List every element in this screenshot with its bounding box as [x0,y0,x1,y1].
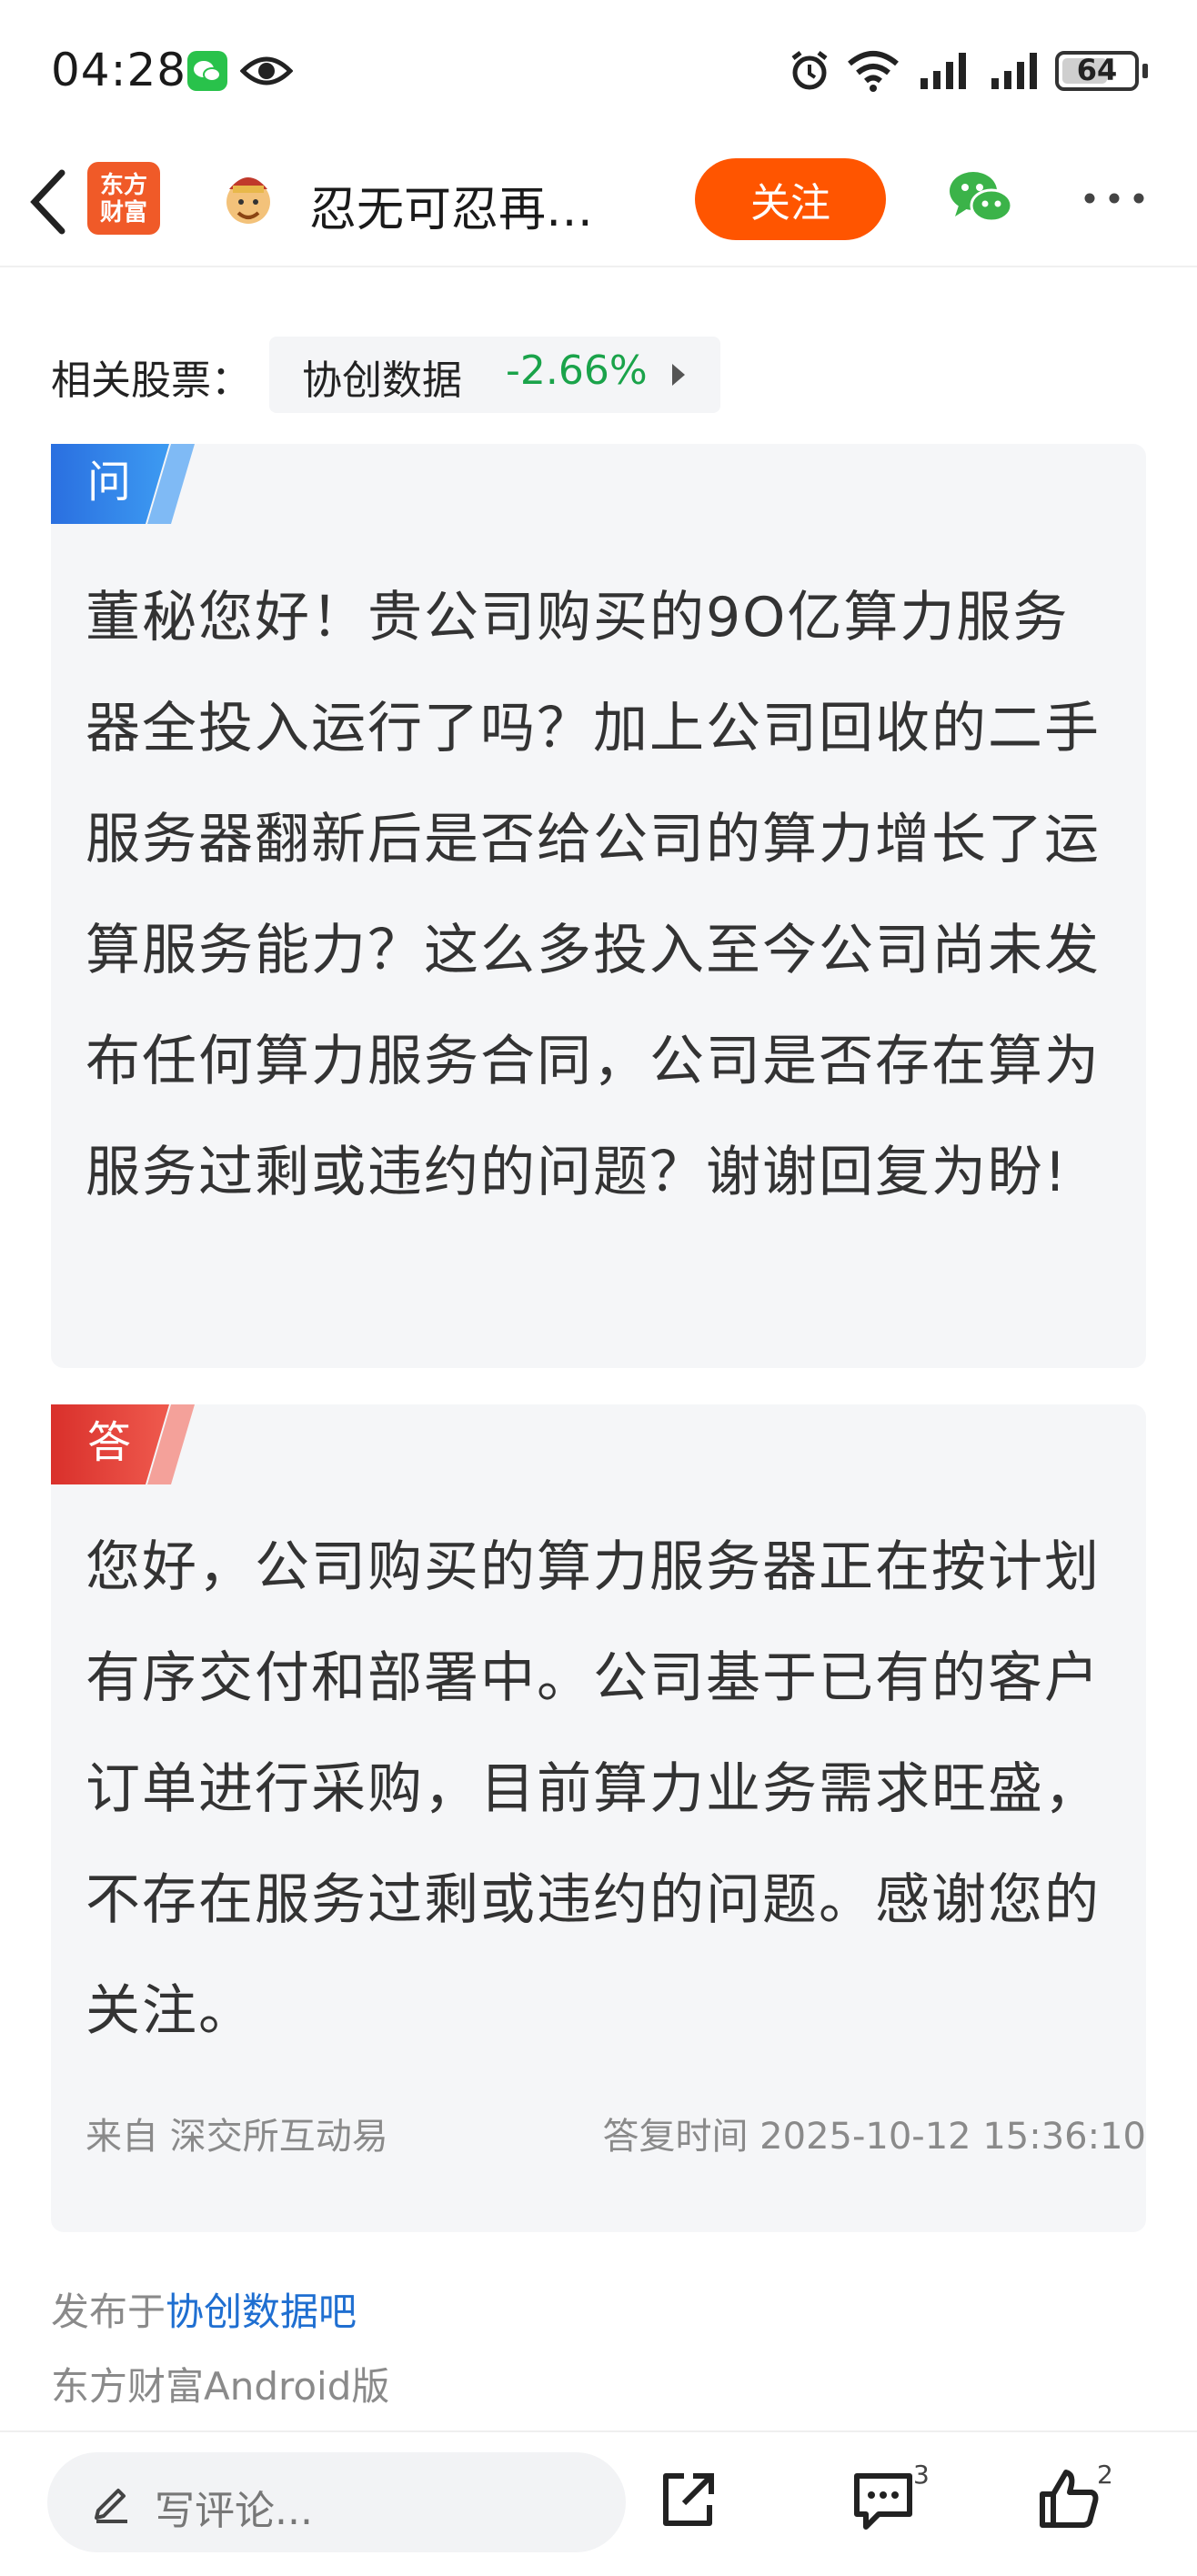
stock-change: -2.66% [506,347,648,394]
status-time: 04:28 [51,44,187,96]
signal-icon [920,53,966,89]
published-prefix: 发布于 [51,2289,166,2334]
like-count: 2 [1097,2460,1113,2490]
page-title: 忍无可忍再… [309,183,594,237]
back-arrow-icon[interactable] [24,166,75,238]
answer-source: 来自 深交所互动易 [86,2116,388,2158]
question-text: 董秘您好！贵公司购买的9O亿算力服务器全投入运行了吗？加上公司回收的二手服务器翻… [86,586,1101,1204]
alarm-icon [791,51,828,90]
status-bar: 04:28 64 [0,0,1197,146]
comment-icon[interactable] [851,2470,915,2532]
bar-link[interactable]: 协创数据吧 [166,2289,357,2334]
app-logo[interactable]: 东方 财富 [87,162,160,235]
wechat-notification-icon [187,51,227,91]
answer-card: 答 您好，公司购买的算力服务器正在按计划有序交付和部署中。公司基于已有的客户订单… [51,1404,1146,2232]
pen-icon [95,2489,127,2523]
logo-line-1: 东方 [99,171,147,198]
follow-button[interactable]: 关注 [695,158,886,240]
more-icon[interactable] [1082,191,1146,206]
bottom-toolbar: 写评论... 3 2 [0,2430,1197,2576]
battery-tip [1142,64,1148,78]
stock-chip[interactable]: 协创数据 -2.66% [269,337,720,413]
answer-text: 您好，公司购买的算力服务器正在按计划有序交付和部署中。公司基于已有的客户订单进行… [86,1535,1101,2043]
share-icon[interactable] [657,2469,720,2532]
eye-icon [240,56,293,86]
question-tag: 问 [87,457,132,508]
logo-line-2: 财富 [99,198,147,226]
related-stocks-label: 相关股票： [51,357,251,404]
published-in: 发布于协创数据吧 [51,2281,357,2337]
reply-time: 答复时间 2025-10-12 15:36:10 [602,2116,1146,2158]
answer-tag: 答 [87,1417,132,1468]
signal-icon-2 [991,53,1037,89]
play-arrow-icon [672,364,685,386]
nav-bar: 东方 财富 忍无可忍再… 关注 [0,146,1197,267]
wechat-share-icon[interactable] [946,166,1015,229]
wifi-icon [848,51,899,92]
thumbs-up-icon[interactable] [1037,2467,1101,2531]
comment-input[interactable]: 写评论... [47,2452,626,2552]
client-info: 东方财富Android版 [51,2364,390,2409]
comment-count: 3 [913,2460,930,2490]
avatar[interactable] [216,166,280,229]
comment-placeholder: 写评论... [155,2488,313,2534]
question-card: 问 董秘您好！贵公司购买的9O亿算力服务器全投入运行了吗？加上公司回收的二手服务… [51,444,1146,1368]
battery-text: 64 [1076,53,1118,87]
battery-indicator: 64 [1055,51,1139,91]
stock-name: 协创数据 [302,357,462,404]
